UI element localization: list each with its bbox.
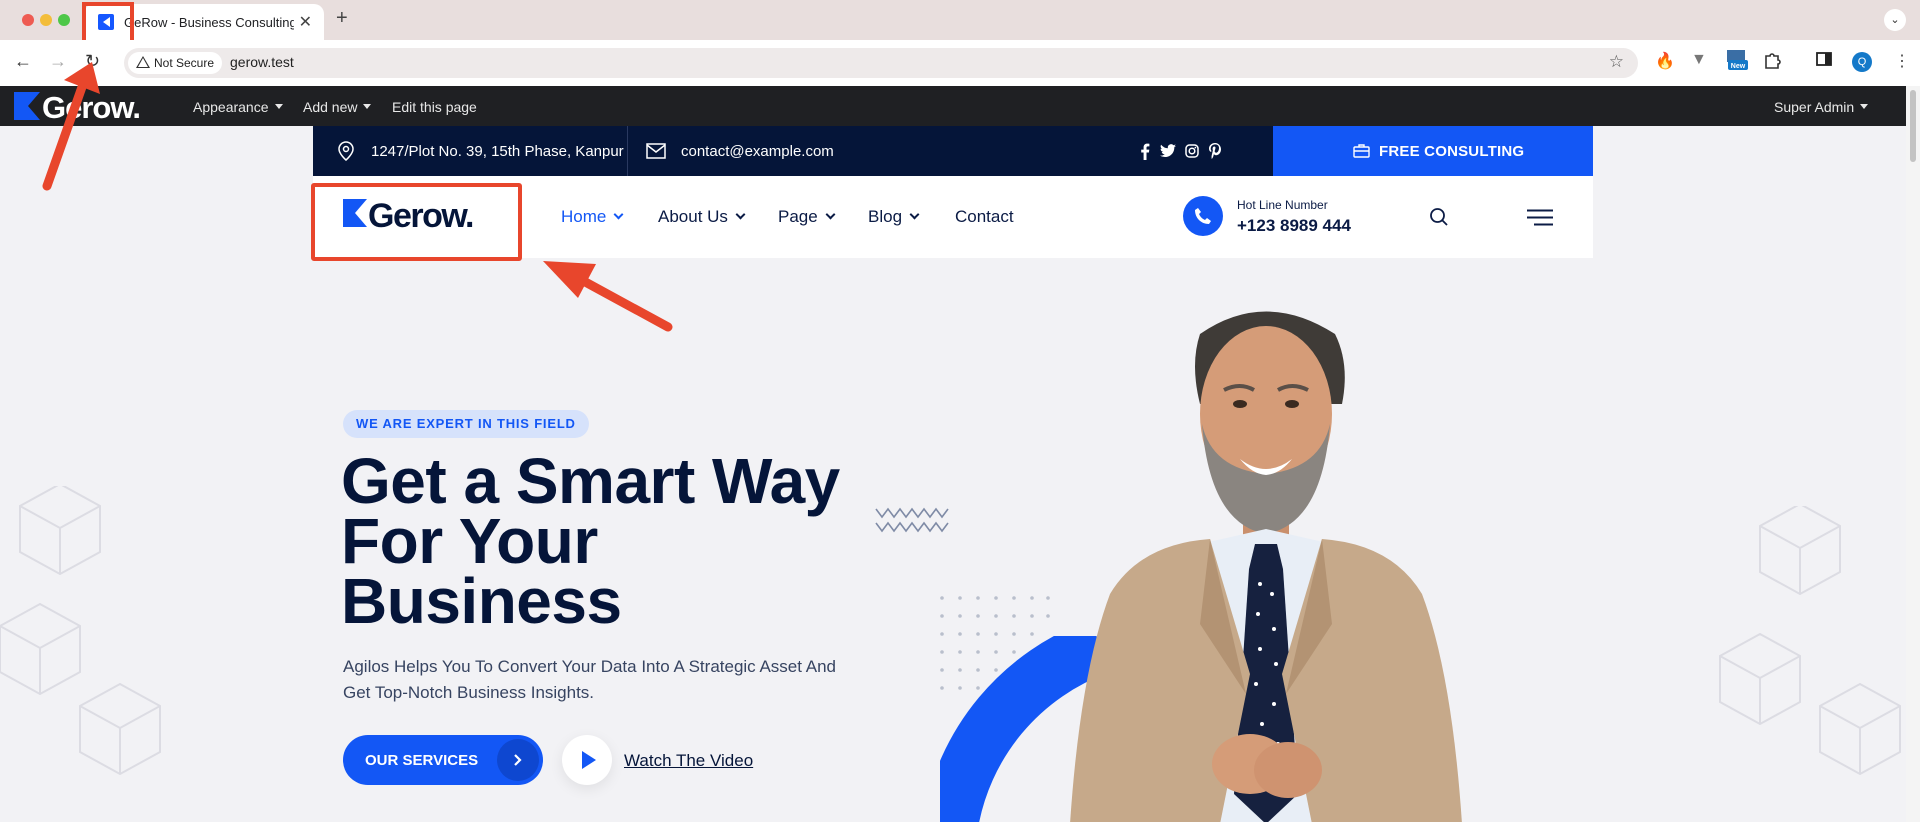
twitter-icon[interactable]	[1160, 144, 1176, 158]
phone-button[interactable]	[1183, 196, 1223, 236]
admin-logo-text: Gerow.	[42, 90, 140, 122]
chevron-down-icon	[735, 209, 746, 220]
envelope-icon	[646, 143, 666, 159]
hotline-label: Hot Line Number	[1237, 198, 1328, 212]
chevron-down-icon	[909, 209, 920, 220]
flame-extension-icon[interactable]: 🔥	[1655, 51, 1675, 71]
admin-menu-edit-page[interactable]: Edit this page	[392, 99, 477, 115]
chevron-down-icon	[613, 209, 624, 220]
sidepanel-icon[interactable]	[1816, 51, 1832, 72]
puzzle-extensions-icon[interactable]	[1763, 51, 1781, 74]
background-cube-pattern-right	[1719, 506, 1901, 776]
vee-extension-icon[interactable]: ▼	[1691, 51, 1707, 69]
location-pin-icon	[338, 141, 354, 161]
warning-icon	[136, 56, 150, 68]
forward-button[interactable]: →	[49, 51, 67, 72]
admin-site-logo[interactable]: Gerow.	[14, 90, 164, 122]
website-page: 1247/Plot No. 39, 15th Phase, Kanpur con…	[0, 126, 1906, 822]
annotation-box-favicon	[82, 2, 134, 44]
free-consulting-label: FREE CONSULTING	[1379, 143, 1525, 160]
site-top-bar: 1247/Plot No. 39, 15th Phase, Kanpur con…	[313, 126, 1593, 176]
play-video-button[interactable]	[562, 735, 612, 785]
admin-menu-add-new[interactable]: Add new	[303, 99, 372, 115]
admin-menu-appearance[interactable]: Appearance	[193, 99, 283, 115]
hero-subtitle: Agilos Helps You To Convert Your Data In…	[343, 657, 837, 702]
scrollbar-thumb[interactable]	[1910, 90, 1916, 162]
briefcase-icon	[1353, 144, 1370, 158]
instagram-icon[interactable]	[1185, 144, 1199, 158]
page-scrollbar[interactable]	[1906, 86, 1920, 822]
chevron-right-icon	[497, 739, 539, 781]
new-badge-label: New	[1731, 63, 1746, 70]
pinterest-icon[interactable]	[1209, 143, 1221, 159]
caret-down-icon	[363, 104, 372, 109]
background-cube-pattern-left	[0, 486, 161, 776]
back-button[interactable]: ←	[14, 51, 32, 72]
reload-button[interactable]: ↻	[85, 51, 100, 72]
zigzag-decoration	[875, 507, 949, 533]
hero-title-line: For Your	[341, 505, 598, 577]
caret-down-icon	[274, 104, 283, 109]
nav-blog[interactable]: Blog	[868, 207, 920, 227]
hero-title: Get a Smart Way For Your Business	[341, 445, 861, 637]
nav-contact[interactable]: Contact	[955, 207, 1014, 227]
our-services-button[interactable]: OUR SERVICES	[343, 735, 543, 785]
free-consulting-button[interactable]: FREE CONSULTING	[1273, 126, 1593, 176]
caret-down-icon	[1860, 104, 1869, 109]
chevron-down-icon	[825, 209, 836, 220]
nav-about-us[interactable]: About Us	[658, 207, 746, 227]
phone-icon	[1195, 208, 1211, 224]
kebab-menu-icon[interactable]: ⋮	[1894, 51, 1910, 71]
maximize-window-button[interactable]	[58, 14, 70, 26]
email-link[interactable]: contact@example.com	[681, 143, 834, 160]
hamburger-menu-icon[interactable]	[1526, 209, 1554, 226]
admin-user-menu[interactable]: Super Admin	[1774, 99, 1869, 115]
security-label: Not Secure	[154, 56, 215, 70]
url-text[interactable]: gerow.test	[230, 54, 294, 70]
close-tab-icon[interactable]: ✕	[299, 12, 312, 32]
search-icon[interactable]	[1429, 207, 1449, 227]
hero-tagline-badge: WE ARE EXPERT IN THIS FIELD	[343, 410, 589, 438]
nav-page[interactable]: Page	[778, 207, 836, 227]
tab-title: GeRow - Business Consulting	[124, 15, 294, 30]
facebook-icon[interactable]	[1140, 143, 1150, 160]
annotation-box-logo	[311, 183, 522, 261]
nav-home[interactable]: Home	[561, 207, 624, 227]
bookmark-star-icon[interactable]: ☆	[1609, 52, 1624, 72]
tab-search-button[interactable]: ⌄	[1884, 9, 1906, 31]
hero-title-line: Get a Smart Way	[341, 445, 840, 517]
security-chip[interactable]: Not Secure	[128, 52, 223, 74]
hero-title-line: Business	[341, 565, 622, 637]
our-services-label: OUR SERVICES	[365, 752, 479, 769]
businessman-photo	[1070, 311, 1462, 822]
new-badge-extension-icon[interactable]: New	[1725, 48, 1749, 77]
address-text: 1247/Plot No. 39, 15th Phase, Kanpur	[371, 143, 624, 160]
close-window-button[interactable]	[22, 14, 34, 26]
watch-video-link[interactable]: Watch The Video	[624, 751, 753, 771]
minimize-window-button[interactable]	[40, 14, 52, 26]
new-tab-button[interactable]: +	[336, 7, 348, 30]
browser-toolbar: ← → ↻ Not Secure gerow.test ☆ 🔥 ▼ New ⋮	[0, 40, 1920, 86]
hotline-number[interactable]: +123 8989 444	[1237, 216, 1351, 236]
profile-avatar[interactable]: Q	[1852, 52, 1872, 72]
browser-tab-bar: GeRow - Business Consulting ✕ + ⌄	[0, 0, 1920, 40]
admin-bar: Gerow. Appearance Add new Edit this page…	[0, 86, 1906, 126]
topbar-divider	[627, 126, 628, 176]
address-bar[interactable]: Not Secure gerow.test ☆	[124, 48, 1638, 78]
